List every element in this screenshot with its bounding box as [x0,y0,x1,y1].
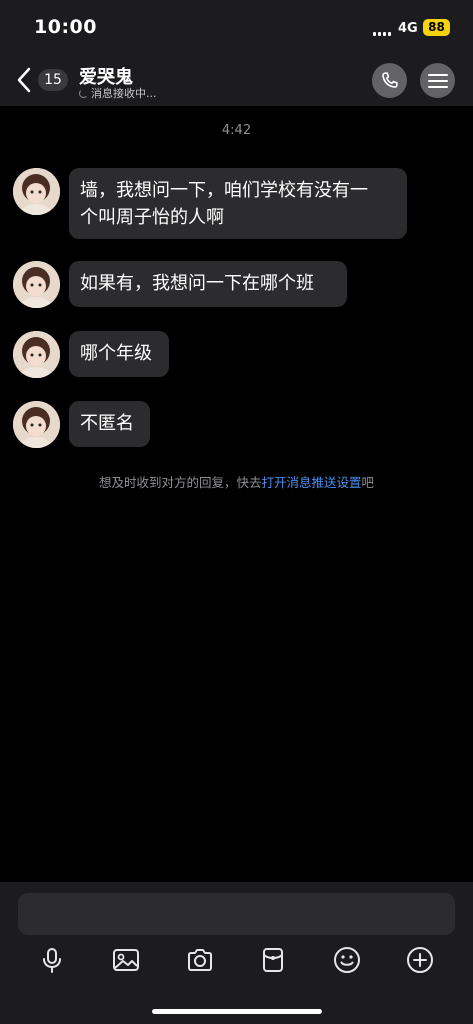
message-text: 哪个年级 [80,343,152,364]
unread-count-badge[interactable]: 15 [38,69,68,91]
red-packet-button[interactable] [257,944,289,976]
microphone-icon [43,948,61,973]
push-settings-link[interactable]: 打开消息推送设置 [261,475,361,490]
message-text-line: 个叫周子怡的人啊 [80,207,224,228]
message-bubble[interactable]: 墙，我想问一下，咱们学校有没有一 个叫周子怡的人啊 [69,168,407,239]
status-time: 10:00 [34,16,97,38]
message-text: 不匿名 [80,413,134,434]
home-indicator[interactable] [152,1009,322,1014]
more-button[interactable] [404,944,436,976]
image-icon [113,949,139,971]
emoji-button[interactable] [331,944,363,976]
status-bar: 10:00 4G 88 [0,0,473,56]
message-text: 如果有，我想问一下在哪个班 [80,273,314,294]
red-packet-icon [263,948,283,972]
emoji-icon [334,947,360,973]
avatar-image [13,331,60,378]
message-text-line: 墙，我想问一下，咱们学校有没有一 [80,180,368,201]
back-button[interactable] [14,66,36,94]
signal-icon [373,30,393,36]
avatar-image [13,168,60,215]
phone-icon [381,71,398,88]
battery-icon: 88 [423,19,450,36]
message-timestamp: 4:42 [221,123,252,138]
contact-avatar[interactable] [13,168,60,215]
call-button[interactable] [372,63,407,98]
push-notification-tip: 想及时收到对方的回复，快去打开消息推送设置吧 [0,472,473,491]
camera-icon [188,949,212,971]
menu-button[interactable] [420,63,455,98]
contact-avatar[interactable] [13,401,60,448]
camera-button[interactable] [184,944,216,976]
contact-avatar[interactable] [13,331,60,378]
loading-icon [79,89,88,98]
contact-avatar[interactable] [13,261,60,308]
avatar-image [13,401,60,448]
chat-header: 15 爱哭鬼 消息接收中... [0,56,473,106]
voice-button[interactable] [36,944,68,976]
connection-status-text: 消息接收中... [91,87,157,100]
image-button[interactable] [110,944,142,976]
chevron-left-icon [17,67,31,93]
input-panel [0,882,473,1024]
network-type: 4G [398,21,418,36]
message-bubble[interactable]: 如果有，我想问一下在哪个班 [69,261,347,307]
add-icon [407,947,433,973]
message-bubble[interactable]: 哪个年级 [69,331,169,377]
tip-text-suffix: 吧 [361,475,375,490]
message-input[interactable] [18,893,455,935]
tip-text: 想及时收到对方的回复，快去 [98,475,262,490]
message-bubble[interactable]: 不匿名 [69,401,150,447]
connection-status: 消息接收中... [79,85,157,101]
chat-screen: 10:00 4G 88 15 爱哭鬼 消息接收中... 4:42 墙，我想问一下… [0,0,473,1024]
avatar-image [13,261,60,308]
hamburger-menu-icon [427,73,448,88]
